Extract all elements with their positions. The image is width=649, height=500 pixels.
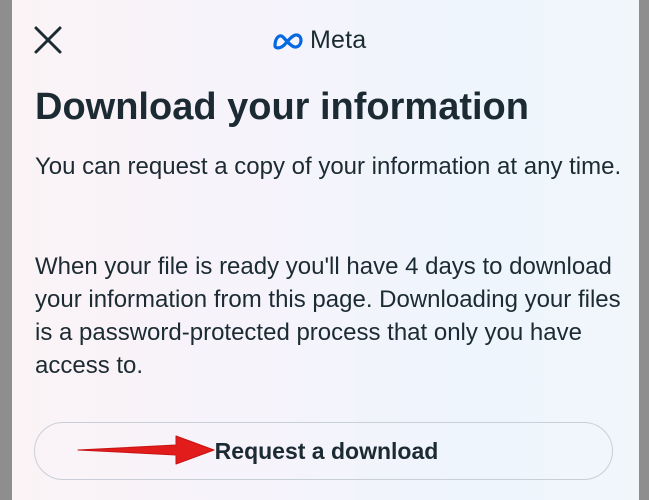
request-download-label: Request a download xyxy=(214,437,439,464)
page-title: Download your information xyxy=(35,86,529,128)
close-button[interactable] xyxy=(32,24,64,56)
details-paragraph: When your file is ready you'll have 4 da… xyxy=(35,253,621,379)
meta-logo-text: Meta xyxy=(310,26,367,54)
red-arrow-icon xyxy=(77,435,215,465)
meta-logo: Meta xyxy=(272,26,366,55)
intro-paragraph: You can request a copy of your informati… xyxy=(35,153,622,180)
close-icon xyxy=(34,26,62,54)
meta-infinity-logo-icon xyxy=(273,32,303,49)
download-info-sheet: Meta Download your information You can r… xyxy=(12,0,639,500)
